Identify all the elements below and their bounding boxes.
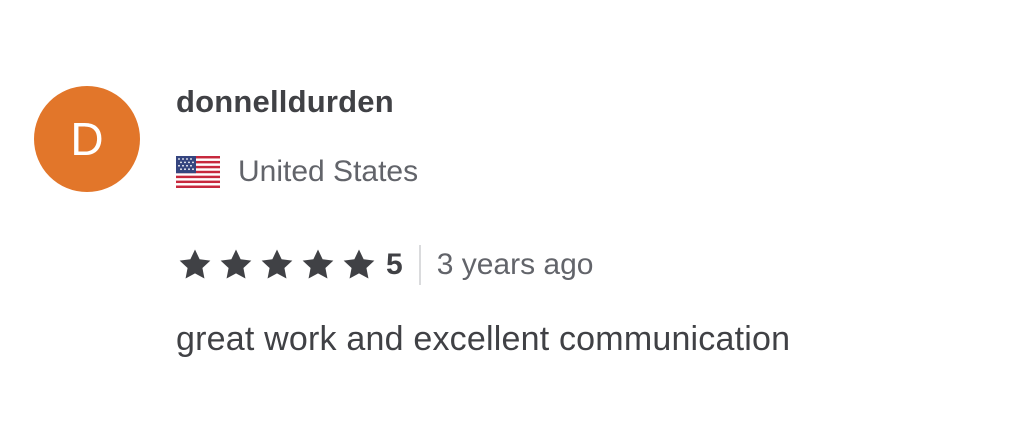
divider	[418, 245, 421, 285]
rating-value: 5	[386, 248, 403, 281]
star-icon	[302, 249, 334, 279]
review-date: 3 years ago	[436, 248, 594, 281]
star-rating	[176, 246, 378, 284]
star-icon	[179, 249, 211, 279]
avatar[interactable]: D	[34, 86, 140, 192]
reviewer-country: United States	[238, 155, 419, 188]
star-icon	[220, 249, 252, 279]
reviewer-username[interactable]: donnelldurden	[176, 84, 394, 120]
review-text: great work and excellent communication	[176, 320, 791, 358]
us-flag-icon	[176, 156, 220, 188]
star-icon	[261, 249, 293, 279]
reviewer-location: United States	[176, 152, 418, 192]
review-card: D donnelldurden United States 5 3 years …	[0, 0, 1033, 421]
star-icon	[343, 249, 375, 279]
review-meta: 5 3 years ago	[176, 243, 593, 287]
